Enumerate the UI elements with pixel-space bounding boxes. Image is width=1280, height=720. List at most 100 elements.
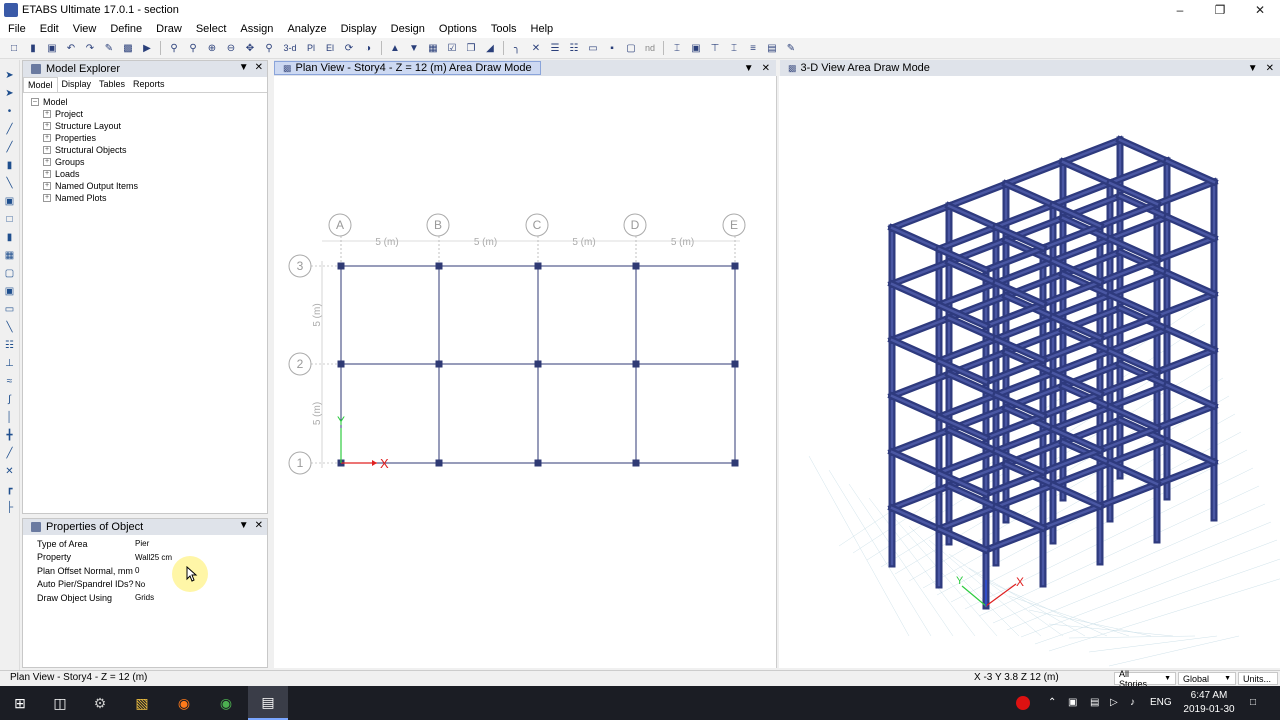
menu-file[interactable]: File	[2, 23, 34, 35]
snap-intersection-icon[interactable]: ✕	[3, 464, 17, 478]
panel-menu-icon[interactable]: ▼	[239, 520, 249, 531]
draw-frame-icon[interactable]: ╱	[3, 122, 17, 136]
network-icon[interactable]: ▷	[1110, 697, 1118, 708]
expand-icon[interactable]: +	[43, 134, 51, 142]
file-explorer-icon[interactable]: ▧	[122, 686, 162, 720]
draw-column-icon[interactable]: ▮	[3, 158, 17, 172]
menu-edit[interactable]: Edit	[34, 23, 67, 35]
draw-wall-icon[interactable]: ▮	[3, 230, 17, 244]
menu-analyze[interactable]: Analyze	[281, 23, 334, 35]
draw-opening-icon[interactable]: ▢	[3, 266, 17, 280]
nd-button[interactable]: nd	[642, 40, 658, 56]
pencil-icon[interactable]: ✎	[101, 40, 117, 56]
clock-date[interactable]: 2019-01-30	[1180, 704, 1238, 715]
draw-design-strip-icon[interactable]: │	[3, 410, 17, 424]
menu-help[interactable]: Help	[525, 23, 562, 35]
minimize-icon[interactable]: –	[1160, 0, 1200, 20]
draw-section-cut-icon[interactable]: ⊥	[3, 356, 17, 370]
tree-root-model[interactable]: – Model	[31, 96, 267, 108]
draw-beam-icon[interactable]: ▪	[604, 40, 620, 56]
task-view-icon[interactable]: ◫	[40, 686, 80, 720]
draw-tendon-icon[interactable]: ∫	[3, 392, 17, 406]
tab-model[interactable]: Model	[23, 77, 58, 92]
expand-icon[interactable]: +	[43, 182, 51, 190]
save-icon[interactable]: ▣	[44, 40, 60, 56]
collapse-icon[interactable]: –	[31, 98, 39, 106]
tree-item-groups[interactable]: + Groups	[31, 156, 267, 168]
menu-select[interactable]: Select	[190, 23, 235, 35]
lock-icon[interactable]: ▩	[120, 40, 136, 56]
assign-dropdown-icon[interactable]: ▣	[688, 40, 704, 56]
snap-perpendicular-icon[interactable]: ┏	[3, 482, 17, 496]
zoom-window-icon[interactable]: ⚲	[166, 40, 182, 56]
i-section-icon[interactable]: ⌶	[669, 40, 685, 56]
draw-beam-icon[interactable]: ╱	[3, 140, 17, 154]
draw-floor-icon[interactable]: ▣	[3, 194, 17, 208]
expand-icon[interactable]: +	[43, 122, 51, 130]
record-icon[interactable]	[1016, 696, 1030, 710]
plan-view-tab[interactable]: ▩ Plan View - Story4 - Z = 12 (m) Area D…	[274, 61, 541, 75]
property-value[interactable]: Pier	[135, 539, 267, 548]
tab-tables[interactable]: Tables	[95, 77, 129, 92]
3d-view-tab[interactable]: ▩ 3-D View Area Draw Mode	[780, 61, 938, 75]
view-elevation-button[interactable]: El	[322, 40, 338, 56]
frame-releases-icon[interactable]: ▤	[764, 40, 780, 56]
select-dropdown-icon[interactable]: ◢	[482, 40, 498, 56]
plan-view-canvas[interactable]: A 5 (m) B 5 (m) C 5 (m) D 5 (m) E 3 5 (m) 2 5 (m) 1 X Y	[274, 76, 777, 668]
units-button[interactable]: Units...	[1238, 672, 1278, 685]
tray-chevron-icon[interactable]: ⌃	[1048, 697, 1056, 708]
new-model-icon[interactable]: □	[6, 40, 22, 56]
tab-display[interactable]: Display	[58, 77, 96, 92]
snap-icon[interactable]: ╋	[3, 428, 17, 442]
property-row[interactable]: Plan Offset Normal, mm 0	[23, 564, 267, 578]
view-3d-button[interactable]: 3-d	[280, 40, 300, 56]
draw-joint-icon[interactable]: •	[3, 104, 17, 118]
draw-column-icon[interactable]: ▭	[585, 40, 601, 56]
zoom-fit-icon[interactable]: ⚲	[185, 40, 201, 56]
chrome-icon[interactable]: ◉	[206, 686, 246, 720]
tree-item-named-output-items[interactable]: + Named Output Items	[31, 180, 267, 192]
app-gear-icon[interactable]: ⚙	[80, 686, 120, 720]
view-close-icon[interactable]: ✕	[1266, 63, 1274, 74]
close-icon[interactable]: ✕	[1240, 0, 1280, 20]
draw-rect-floor-icon[interactable]: □	[3, 212, 17, 226]
draw-wall-icon[interactable]: ☰	[547, 40, 563, 56]
open-icon[interactable]: ▮	[25, 40, 41, 56]
t-section-icon[interactable]: ⊤	[707, 40, 723, 56]
tray-keyboard-icon[interactable]: ▤	[1090, 697, 1099, 708]
expand-icon[interactable]: +	[43, 194, 51, 202]
panel-close-icon[interactable]: ✕	[255, 520, 263, 531]
draw-pier-icon[interactable]: ▣	[3, 284, 17, 298]
menu-display[interactable]: Display	[335, 23, 385, 35]
restore-icon[interactable]: ❐	[1200, 0, 1240, 20]
redo-icon[interactable]: ↷	[82, 40, 98, 56]
expand-icon[interactable]: +	[43, 110, 51, 118]
menu-tools[interactable]: Tools	[485, 23, 525, 35]
move-up-icon[interactable]: ▲	[387, 40, 403, 56]
notification-icon[interactable]: □	[1250, 697, 1256, 708]
undo-icon[interactable]: ↶	[63, 40, 79, 56]
panel-menu-icon[interactable]: ▼	[239, 62, 249, 73]
view-plan-button[interactable]: Pl	[303, 40, 319, 56]
draw-opening-icon[interactable]: ▢	[623, 40, 639, 56]
move-down-icon[interactable]: ▼	[406, 40, 422, 56]
pencil-dropdown-icon[interactable]: ✎	[783, 40, 799, 56]
tab-reports[interactable]: Reports	[129, 77, 169, 92]
language-indicator[interactable]: ENG	[1150, 697, 1172, 708]
zoom-out-icon[interactable]: ⊖	[223, 40, 239, 56]
menu-design[interactable]: Design	[385, 23, 433, 35]
menu-draw[interactable]: Draw	[150, 23, 190, 35]
panel-close-icon[interactable]: ✕	[255, 62, 263, 73]
pan-icon[interactable]: ✥	[242, 40, 258, 56]
property-row[interactable]: Type of Area Pier	[23, 537, 267, 551]
object-shrink-icon[interactable]: ▦	[425, 40, 441, 56]
zoom-previous-icon[interactable]: ⚲	[261, 40, 277, 56]
property-row[interactable]: Auto Pier/Spandrel IDs? No	[23, 578, 267, 592]
rotate-icon[interactable]: ⟳	[341, 40, 357, 56]
reshape-icon[interactable]: ➤	[3, 86, 17, 100]
draw-brace-icon[interactable]: ✕	[528, 40, 544, 56]
draw-wall-stack-icon[interactable]: ▦	[3, 248, 17, 262]
menu-options[interactable]: Options	[433, 23, 485, 35]
tree-item-structural-objects[interactable]: + Structural Objects	[31, 144, 267, 156]
set-display-icon[interactable]: ☑	[444, 40, 460, 56]
